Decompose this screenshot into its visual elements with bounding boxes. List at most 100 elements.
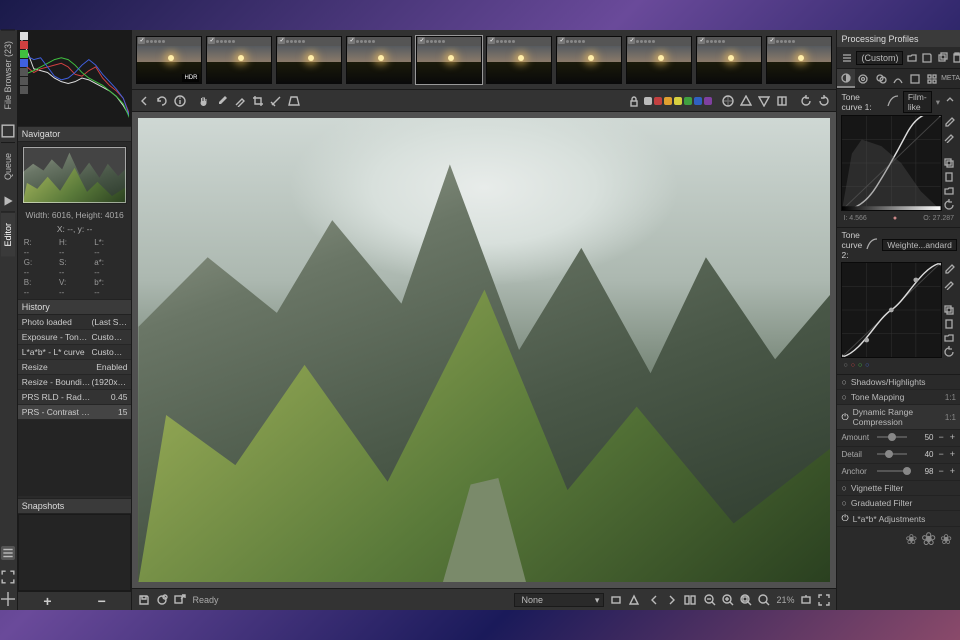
history-row[interactable]: Photo loaded(Last Saved) xyxy=(18,315,132,330)
preferences-icon[interactable] xyxy=(1,546,15,560)
filmstrip[interactable]: ✓ HDR ✓ ✓ ✓ ✓ ✓ ✓ ✓ ✓ ✓ xyxy=(132,30,836,90)
color-swatch[interactable] xyxy=(694,97,702,105)
filmstrip-thumb[interactable]: ✓ HDR xyxy=(136,36,202,84)
curve-pipette-icon[interactable] xyxy=(943,117,955,129)
left-arrow-icon[interactable] xyxy=(136,93,152,109)
curve-reset-icon[interactable] xyxy=(944,95,956,109)
tone-curve-2-mode[interactable]: Weighte...andard xyxy=(882,239,957,251)
clipping-shadows-icon[interactable] xyxy=(738,93,754,109)
zoom-100-icon[interactable] xyxy=(756,592,772,608)
amount-minus[interactable]: − xyxy=(937,432,944,442)
color-swatch[interactable] xyxy=(644,97,652,105)
monitor-profile-select[interactable]: None xyxy=(514,593,604,607)
profile-select[interactable]: (Custom) xyxy=(856,51,903,65)
rgb-histogram[interactable] xyxy=(18,30,132,126)
info-icon[interactable] xyxy=(172,93,188,109)
clipping-highlights-icon[interactable] xyxy=(756,93,772,109)
hist-opt-1[interactable] xyxy=(20,68,28,76)
detail-minus[interactable]: − xyxy=(937,449,944,459)
curve-undo-icon[interactable] xyxy=(943,199,955,211)
profile-copy-icon[interactable] xyxy=(936,51,948,65)
curve-copy-icon[interactable] xyxy=(943,157,955,169)
profile-paste-icon[interactable] xyxy=(951,51,960,65)
rotate-right-icon[interactable] xyxy=(816,93,832,109)
zoom-in-icon[interactable] xyxy=(720,592,736,608)
history-row[interactable]: Exposure - Tone c...Custom curve xyxy=(18,330,132,345)
tone-mapping-toggle[interactable]: ○ Tone Mapping 1:1 xyxy=(837,390,960,405)
hist-opt-2[interactable] xyxy=(20,77,28,85)
queue-add-icon[interactable] xyxy=(154,592,170,608)
detail-tab[interactable] xyxy=(855,69,872,88)
filmstrip-thumb[interactable]: ✓ xyxy=(416,36,482,84)
curve-undo-icon-2[interactable] xyxy=(943,346,955,358)
curve-paste-icon[interactable] xyxy=(943,171,955,183)
filmstrip-thumb[interactable]: ✓ xyxy=(696,36,762,84)
tab-file-browser[interactable]: File Browser (23) xyxy=(1,30,15,120)
crosshair-icon[interactable] xyxy=(1,592,15,606)
profile-load-icon[interactable] xyxy=(906,51,918,65)
drc-toggle[interactable]: ⏻ Dynamic Range Compression 1:1 xyxy=(837,405,960,430)
raw-tab[interactable] xyxy=(924,69,941,88)
lock-icon[interactable] xyxy=(626,93,642,109)
transform-tab[interactable] xyxy=(907,69,924,88)
color-swatch[interactable] xyxy=(704,97,712,105)
perspective-icon[interactable] xyxy=(286,93,302,109)
anchor-minus[interactable]: − xyxy=(937,466,944,476)
filmstrip-thumb[interactable]: ✓ xyxy=(206,36,272,84)
crop-icon[interactable] xyxy=(250,93,266,109)
gamut-warn-icon[interactable] xyxy=(626,592,642,608)
hist-green-toggle[interactable] xyxy=(20,50,28,58)
save-icon[interactable] xyxy=(136,592,152,608)
curve-save-icon[interactable] xyxy=(943,185,955,197)
filmstrip-thumb[interactable]: ✓ xyxy=(486,36,552,84)
rotate-left-icon[interactable] xyxy=(798,93,814,109)
filmstrip-thumb[interactable]: ✓ xyxy=(626,36,692,84)
amount-plus[interactable]: + xyxy=(949,432,956,442)
snapshot-add[interactable]: + xyxy=(35,593,59,609)
amount-slider-track[interactable] xyxy=(877,436,907,438)
curve-type-icon-2[interactable] xyxy=(866,238,878,252)
history-row[interactable]: PRS - Contrast thr...15 xyxy=(18,405,132,420)
profile-save-icon[interactable] xyxy=(921,51,933,65)
hand-icon[interactable] xyxy=(196,93,212,109)
curve-edit-icon-2[interactable] xyxy=(943,278,955,290)
curve-save-icon-2[interactable] xyxy=(943,332,955,344)
curve-pipette-icon-2[interactable] xyxy=(943,264,955,276)
navigator-preview[interactable] xyxy=(22,146,128,204)
hist-blue-toggle[interactable] xyxy=(20,59,28,67)
curve-editor-1[interactable] xyxy=(841,115,942,211)
lab-adjustments-toggle[interactable]: ⏻ L*a*b* Adjustments xyxy=(837,511,960,527)
curve-edit-icon[interactable] xyxy=(943,131,955,143)
curve-editor-2[interactable] xyxy=(841,262,942,358)
color-tab[interactable] xyxy=(872,69,889,88)
before-after-icon[interactable] xyxy=(682,592,698,608)
color-swatch[interactable] xyxy=(674,97,682,105)
file-browser-icon[interactable] xyxy=(1,124,15,138)
exposure-tab[interactable] xyxy=(837,69,854,88)
next-image-icon[interactable] xyxy=(664,592,680,608)
filmstrip-thumb[interactable]: ✓ xyxy=(276,36,342,84)
hist-luma-toggle[interactable] xyxy=(20,32,28,40)
history-row[interactable]: Resize - Bounding...(1920x1080) xyxy=(18,375,132,390)
graduated-filter-toggle[interactable]: ○ Graduated Filter xyxy=(837,496,960,511)
history-row[interactable]: ResizeEnabled xyxy=(18,360,132,375)
queue-play-icon[interactable] xyxy=(1,194,15,208)
metadata-tab[interactable]: META xyxy=(941,69,960,88)
zoom-out-icon[interactable] xyxy=(702,592,718,608)
hist-opt-3[interactable] xyxy=(20,86,28,94)
history-row[interactable]: L*a*b* - L* curveCustom curve xyxy=(18,345,132,360)
softproof-icon[interactable] xyxy=(608,592,624,608)
advanced-tab[interactable] xyxy=(889,69,906,88)
tab-queue[interactable]: Queue xyxy=(1,142,15,190)
fullscreen-toggle-icon[interactable] xyxy=(816,592,832,608)
new-window-icon[interactable] xyxy=(798,592,814,608)
filmstrip-thumb[interactable]: ✓ xyxy=(556,36,622,84)
color-swatch[interactable] xyxy=(684,97,692,105)
fullscreen-icon[interactable] xyxy=(1,570,15,584)
color-swatch[interactable] xyxy=(654,97,662,105)
sharpening-preview-icon[interactable] xyxy=(774,93,790,109)
history-row[interactable]: PRS RLD - Radius0.45 xyxy=(18,390,132,405)
straighten-icon[interactable] xyxy=(268,93,284,109)
detail-plus[interactable]: + xyxy=(949,449,956,459)
anchor-slider-track[interactable] xyxy=(877,470,907,472)
